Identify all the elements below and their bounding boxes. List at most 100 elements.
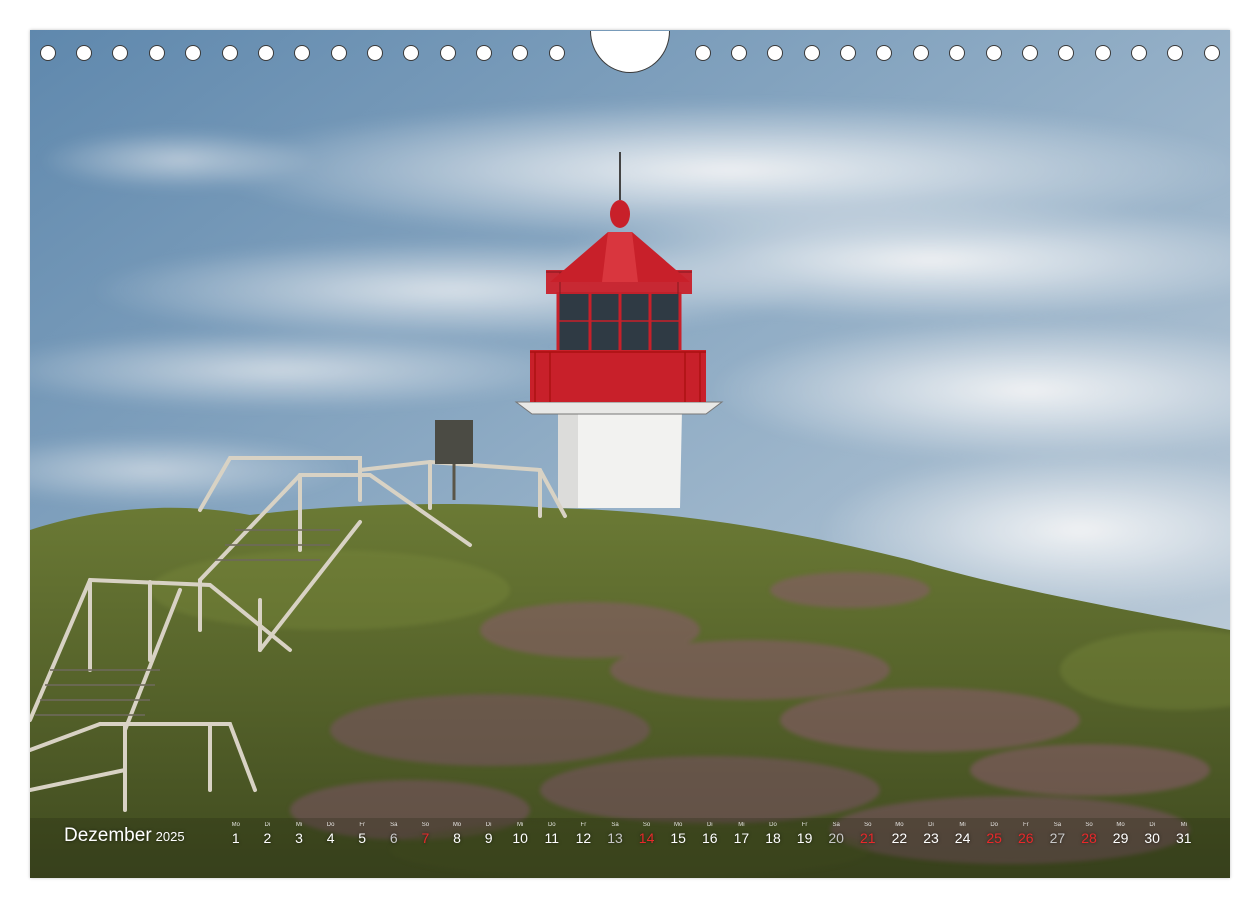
- day-number: 2: [263, 830, 272, 846]
- weekday-label: Fr: [801, 822, 808, 828]
- weekday-label: Di: [1149, 822, 1156, 828]
- weekday-label: Mo: [231, 822, 240, 828]
- weekday-label: Do: [769, 822, 777, 828]
- weekday-label: Do: [547, 822, 556, 828]
- calendar-day: Di 16: [694, 818, 726, 858]
- month-title: Dezember 2025: [64, 825, 185, 847]
- day-number: 29: [1112, 830, 1129, 846]
- day-number: 6: [389, 830, 398, 846]
- day-number: 12: [575, 830, 592, 846]
- weekday-label: Di: [485, 822, 492, 828]
- weekday-label: Mo: [895, 822, 904, 828]
- calendar-day: Fr 5: [346, 818, 378, 858]
- calendar-day: Mo 1: [220, 818, 252, 858]
- day-row: Mo 1 Di 2 Mi 3 Do 4 Fr 5 Sa 6 So 7 Mo 8 Di 9 Mi 10 Do 11 Fr 12 S…: [220, 818, 1220, 858]
- day-number: 16: [702, 830, 718, 846]
- weekday-label: Sa: [611, 822, 619, 828]
- day-number: 8: [453, 830, 461, 846]
- day-number: 27: [1049, 830, 1066, 846]
- day-number: 20: [828, 830, 844, 846]
- calendar-day: Sa 6: [378, 818, 410, 858]
- weekday-label: Mi: [738, 822, 745, 828]
- weekday-label: Mo: [1116, 822, 1125, 828]
- day-number: 23: [923, 830, 939, 846]
- calendar-day: Mo 29: [1105, 818, 1137, 858]
- calendar-day: Fr 26: [1010, 818, 1042, 858]
- weekday-label: Fr: [1022, 822, 1029, 828]
- day-number: 7: [421, 830, 430, 846]
- weekday-label: Mo: [452, 822, 462, 828]
- weekday-label: Mi: [959, 822, 966, 828]
- weekday-label: Mi: [1180, 822, 1187, 828]
- day-number: 3: [295, 830, 303, 846]
- weekday-label: Fr: [359, 822, 366, 828]
- calendar-day: Mi 17: [726, 818, 758, 858]
- day-number: 17: [733, 830, 750, 846]
- calendar-day: Fr 12: [568, 818, 600, 858]
- weekday-label: Sa: [832, 822, 840, 828]
- weekday-label: So: [864, 822, 872, 828]
- calendar-day: Mi 31: [1168, 818, 1200, 858]
- month-year: 2025: [155, 829, 185, 844]
- weekday-label: Do: [326, 822, 335, 828]
- day-number: 15: [670, 830, 686, 846]
- weekday-label: So: [1085, 822, 1093, 828]
- month-name: Dezember: [64, 825, 152, 846]
- day-number: 21: [860, 830, 876, 846]
- day-number: 14: [638, 830, 655, 846]
- day-number: 22: [891, 830, 908, 846]
- weekday-label: Di: [264, 822, 271, 828]
- calendar-day: So 7: [410, 818, 442, 858]
- weekday-label: Di: [928, 822, 934, 828]
- day-number: 13: [607, 830, 623, 846]
- day-number: 28: [1081, 830, 1097, 846]
- weekday-label: So: [421, 822, 430, 828]
- day-number: 30: [1144, 830, 1160, 846]
- day-number: 19: [796, 830, 813, 846]
- day-number: 5: [358, 830, 367, 846]
- day-number: 26: [1018, 830, 1034, 846]
- calendar-sheet: [30, 30, 1230, 878]
- calendar-day: Mo 15: [662, 818, 694, 858]
- calendar-day: Mo 22: [884, 818, 916, 858]
- calendar-day: Do 18: [757, 818, 789, 858]
- calendar-day: Di 9: [473, 818, 505, 858]
- weekday-label: So: [642, 822, 651, 828]
- calendar-strip: Dezember 2025 Mo 1 Di 2 Mi 3 Do 4 Fr 5 Sa 6 So 7 Mo 8 Di 9…: [30, 818, 1230, 858]
- calendar-day: Do 25: [978, 818, 1010, 858]
- calendar-day: Di 30: [1136, 818, 1168, 858]
- weekday-label: Mi: [517, 822, 524, 828]
- calendar-day: Di 2: [252, 818, 284, 858]
- calendar-day: Sa 20: [820, 818, 852, 858]
- day-number: 24: [954, 830, 971, 846]
- day-number: 18: [765, 830, 781, 846]
- calendar-day: Mi 24: [947, 818, 979, 858]
- calendar-day: Fr 19: [789, 818, 821, 858]
- calendar-day: Do 4: [315, 818, 347, 858]
- calendar-day: So 28: [1073, 818, 1105, 858]
- calendar-day: Sa 13: [599, 818, 631, 858]
- day-number: 11: [544, 830, 560, 846]
- weekday-label: Sa: [390, 822, 398, 828]
- calendar-day: So 21: [852, 818, 884, 858]
- calendar-day: Mi 3: [283, 818, 315, 858]
- weekday-label: Mo: [674, 822, 683, 828]
- calendar-day: Di 23: [915, 818, 947, 858]
- day-number: 4: [326, 830, 335, 846]
- day-number: 25: [986, 830, 1002, 846]
- calendar-day: Mi 10: [504, 818, 536, 858]
- day-number: 9: [484, 830, 493, 846]
- calendar-day: Sa 27: [1042, 818, 1074, 858]
- day-number: 31: [1176, 830, 1192, 846]
- calendar-day: Mo 8: [441, 818, 473, 858]
- weekday-label: Di: [706, 822, 713, 828]
- day-number: 1: [231, 830, 240, 846]
- weekday-label: Fr: [580, 822, 587, 828]
- lighthouse-photo: [30, 30, 1230, 878]
- weekday-label: Do: [990, 822, 999, 828]
- weekday-label: Mi: [295, 822, 303, 828]
- day-number: 10: [512, 830, 528, 846]
- calendar-day: Do 11: [536, 818, 568, 858]
- calendar-day: So 14: [631, 818, 663, 858]
- weekday-label: Sa: [1053, 822, 1062, 828]
